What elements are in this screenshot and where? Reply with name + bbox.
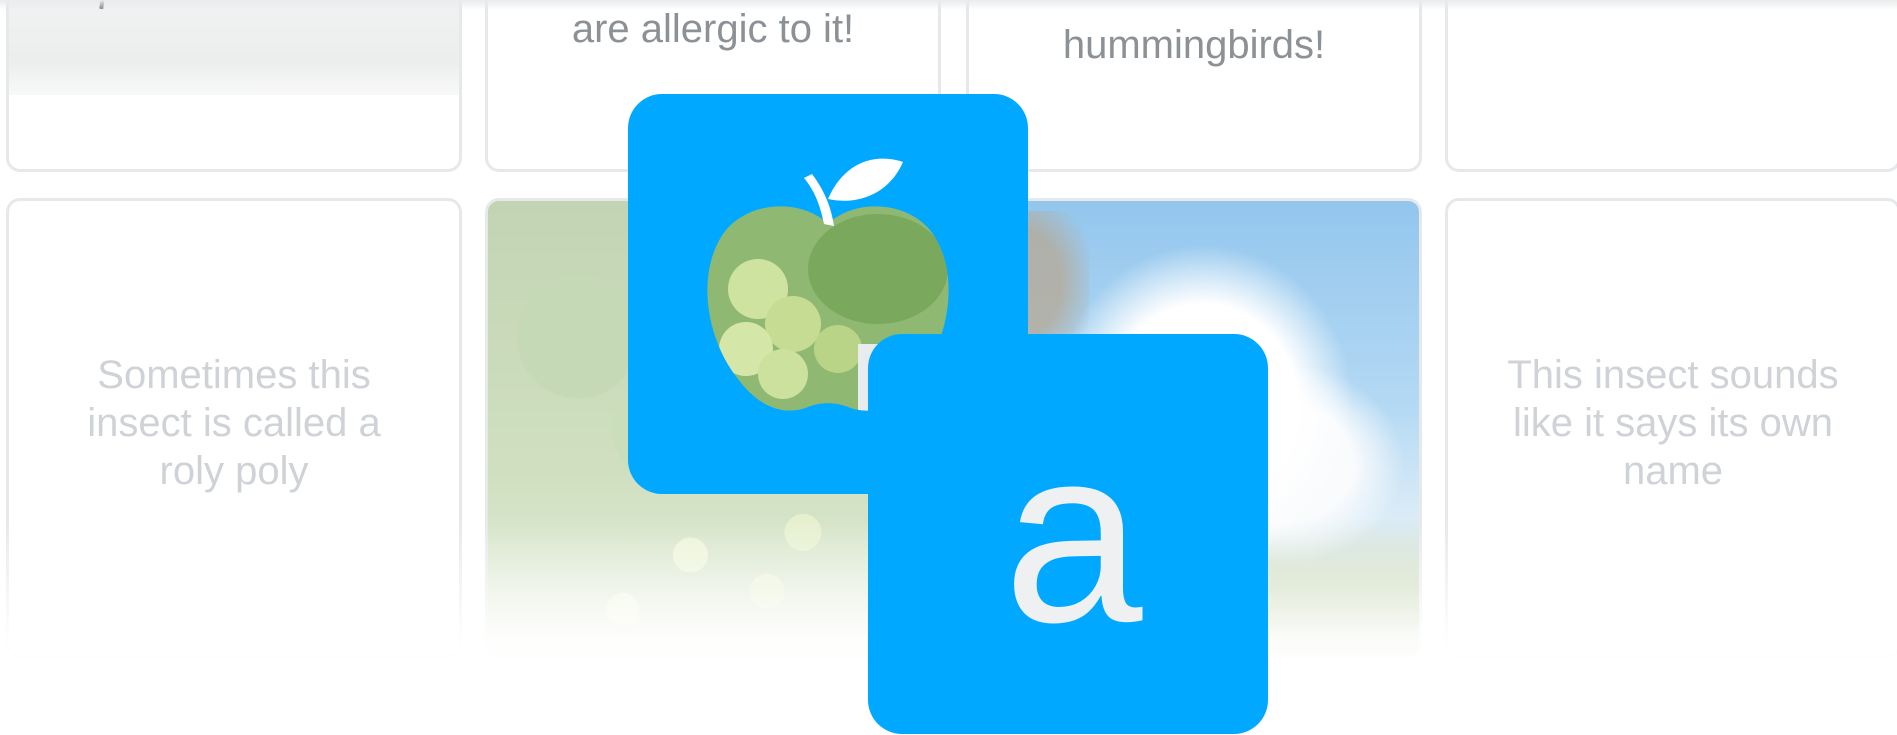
card-top-1[interactable] [6,0,462,172]
card-clue-text: are allergic to it! [571,7,855,51]
clue-line: insect is called a [87,401,381,445]
card-top-4[interactable] [1445,0,1897,172]
clue-line: This insect sounds [1507,353,1839,397]
logo-letter-tile: a [868,334,1268,734]
card-top-3[interactable]: hummingbirds! [966,0,1422,172]
top-shadow [0,0,1897,10]
game-board: are allergic to it! hummingbirds! Someti… [0,0,1897,735]
card-clue-text: This insect sounds like it says its own … [1448,351,1897,495]
clue-line: Sometimes this [97,353,371,397]
letter-a-icon: a [1003,395,1143,674]
card-clue-text: Sometimes this insect is called a roly p… [9,351,459,495]
clue-line: roly poly [159,449,309,493]
card-image [9,0,459,95]
logo-letter: a [1003,395,1143,674]
card-clue-text: hummingbirds! [1062,23,1326,67]
clue-line: like it says its own [1512,401,1834,445]
clue-line: name [1622,449,1724,493]
